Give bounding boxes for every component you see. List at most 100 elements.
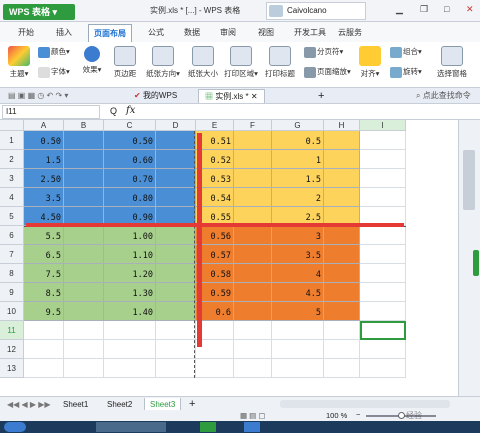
theme-button[interactable]: 主题▾ <box>4 46 34 79</box>
cell-a4[interactable]: 3.5 <box>24 188 64 207</box>
cell-e13[interactable] <box>196 359 234 378</box>
menu-cloud[interactable]: 云服务 <box>338 27 362 38</box>
taskbar-app-1[interactable] <box>96 422 166 432</box>
cell-i7[interactable] <box>360 245 406 264</box>
cell-a2[interactable]: 1.5 <box>24 150 64 169</box>
effects-button[interactable]: 效果▾ <box>80 46 104 75</box>
maximize-icon[interactable]: ❐ <box>420 4 428 15</box>
cell-h11[interactable] <box>324 321 360 340</box>
cell-i1[interactable] <box>360 131 406 150</box>
cell-g10[interactable]: 5 <box>272 302 324 321</box>
side-panel-handle[interactable] <box>473 250 479 276</box>
zoom-search-icon[interactable]: Q <box>110 106 117 116</box>
menu-review[interactable]: 审阅 <box>220 27 236 38</box>
cell-b2[interactable] <box>64 150 104 169</box>
cell-f7[interactable] <box>234 245 272 264</box>
cell-i13[interactable] <box>360 359 406 378</box>
tab-close-icon[interactable]: ✕ <box>251 92 258 101</box>
cell-f12[interactable] <box>234 340 272 359</box>
cell-i4[interactable] <box>360 188 406 207</box>
cell-d4[interactable] <box>156 188 196 207</box>
cell-d3[interactable] <box>156 169 196 188</box>
cell-h12[interactable] <box>324 340 360 359</box>
cell-b12[interactable] <box>64 340 104 359</box>
cell-f13[interactable] <box>234 359 272 378</box>
cell-h13[interactable] <box>324 359 360 378</box>
cell-c9[interactable]: 1.30 <box>104 283 156 302</box>
spreadsheet-grid[interactable]: A B C D E F G H I 1 0.50 0.50 0.51 0.5 2 1.5 0.60 0.52 1 3 2… <box>0 120 458 396</box>
group-button[interactable]: 组合▾ <box>390 46 422 58</box>
cell-a10[interactable]: 9.5 <box>24 302 64 321</box>
start-button[interactable] <box>4 422 26 432</box>
zoom-out-button[interactable]: − <box>356 410 360 419</box>
cell-b4[interactable] <box>64 188 104 207</box>
cell-d11[interactable] <box>156 321 196 340</box>
margins-button[interactable]: 页边距 <box>112 46 138 79</box>
cell-h1[interactable] <box>324 131 360 150</box>
cell-d9[interactable] <box>156 283 196 302</box>
menu-page-layout[interactable]: 页面布局 <box>88 24 132 42</box>
cell-d2[interactable] <box>156 150 196 169</box>
cell-a7[interactable]: 6.5 <box>24 245 64 264</box>
minimize-icon[interactable]: ▁ <box>396 4 403 15</box>
selection-pane-button[interactable]: 选择窗格 <box>430 46 474 79</box>
command-search[interactable]: ⌕ 点此查找命令 <box>410 89 477 103</box>
cell-i3[interactable] <box>360 169 406 188</box>
menu-data[interactable]: 数据 <box>184 27 200 38</box>
cell-f3[interactable] <box>234 169 272 188</box>
align-button[interactable]: 对齐▾ <box>358 46 382 79</box>
menu-view[interactable]: 视图 <box>258 27 274 38</box>
cell-c3[interactable]: 0.70 <box>104 169 156 188</box>
cell-b6[interactable] <box>64 226 104 245</box>
print-titles-button[interactable]: 打印标题 <box>264 46 296 79</box>
name-box[interactable]: I11 <box>2 105 100 119</box>
cell-f4[interactable] <box>234 188 272 207</box>
cell-g13[interactable] <box>272 359 324 378</box>
cell-i8[interactable] <box>360 264 406 283</box>
tab-file[interactable]: ▦ 实例.xls * ✕ <box>198 89 265 103</box>
active-cell-selection[interactable] <box>360 321 406 340</box>
menu-insert[interactable]: 插入 <box>56 27 72 38</box>
cell-c12[interactable] <box>104 340 156 359</box>
cell-d8[interactable] <box>156 264 196 283</box>
cell-h6[interactable] <box>324 226 360 245</box>
cell-g1[interactable]: 0.5 <box>272 131 324 150</box>
print-area-button[interactable]: 打印区域▾ <box>222 46 260 79</box>
cell-h2[interactable] <box>324 150 360 169</box>
cell-d12[interactable] <box>156 340 196 359</box>
scrollbar-thumb[interactable] <box>463 150 475 210</box>
cell-b13[interactable] <box>64 359 104 378</box>
size-button[interactable]: 纸张大小 <box>188 46 218 79</box>
cell-f10[interactable] <box>234 302 272 321</box>
colors-button[interactable]: 颜色▾ <box>38 46 70 58</box>
cell-c8[interactable]: 1.20 <box>104 264 156 283</box>
cell-a8[interactable]: 7.5 <box>24 264 64 283</box>
cell-g9[interactable]: 4.5 <box>272 283 324 302</box>
fonts-button[interactable]: 字体▾ <box>38 66 70 78</box>
cell-i6[interactable] <box>360 226 406 245</box>
cell-a3[interactable]: 2.50 <box>24 169 64 188</box>
cell-h10[interactable] <box>324 302 360 321</box>
cell-g4[interactable]: 2 <box>272 188 324 207</box>
close-icon[interactable]: ✕ <box>466 4 474 15</box>
cell-h9[interactable] <box>324 283 360 302</box>
cell-h8[interactable] <box>324 264 360 283</box>
quick-access-toolbar[interactable]: ▤ ▣ ▦ ◷ ↶ ↷ ▾ <box>2 89 74 103</box>
cell-i2[interactable] <box>360 150 406 169</box>
cell-b7[interactable] <box>64 245 104 264</box>
cell-a9[interactable]: 8.5 <box>24 283 64 302</box>
taskbar-app-2[interactable] <box>200 422 216 432</box>
cell-b10[interactable] <box>64 302 104 321</box>
cell-d1[interactable] <box>156 131 196 150</box>
cell-d13[interactable] <box>156 359 196 378</box>
cell-i12[interactable] <box>360 340 406 359</box>
cell-g3[interactable]: 1.5 <box>272 169 324 188</box>
cell-h4[interactable] <box>324 188 360 207</box>
cell-g2[interactable]: 1 <box>272 150 324 169</box>
cell-d6[interactable] <box>156 226 196 245</box>
rotate-button[interactable]: 旋转▾ <box>390 66 422 78</box>
tab-my-wps[interactable]: ✔ 我的WPS <box>128 89 183 103</box>
cell-b9[interactable] <box>64 283 104 302</box>
cell-f9[interactable] <box>234 283 272 302</box>
zoom-slider-knob[interactable] <box>398 412 405 419</box>
